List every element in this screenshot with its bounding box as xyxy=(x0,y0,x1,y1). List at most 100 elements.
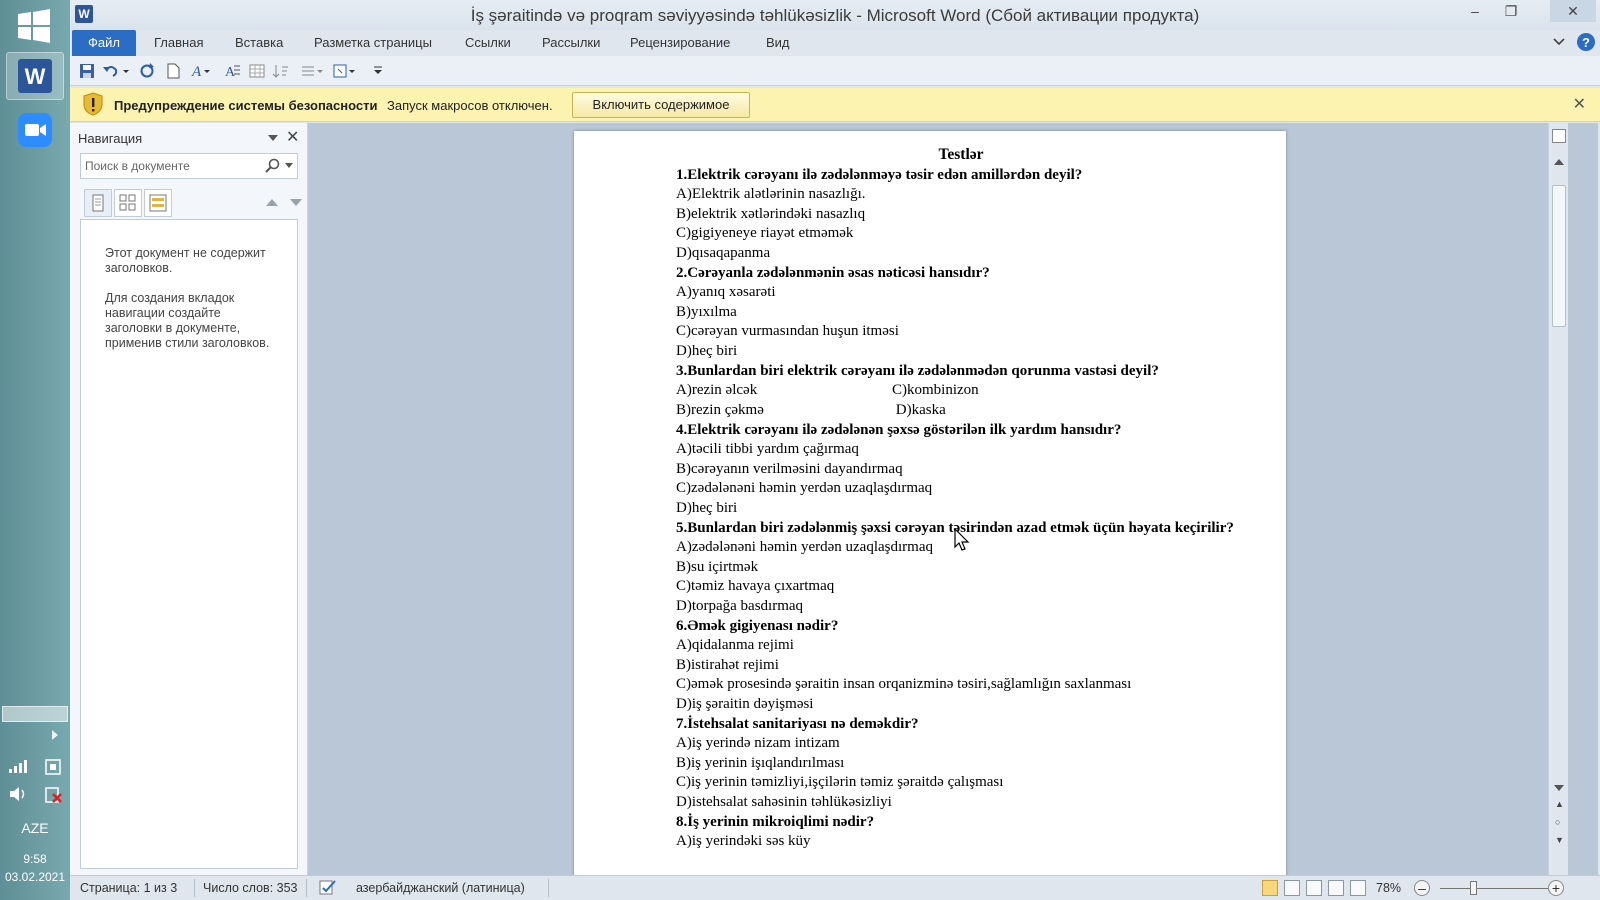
tray-expand-icon[interactable] xyxy=(52,730,58,740)
divider xyxy=(306,879,307,897)
battery-alert-icon[interactable] xyxy=(43,786,63,807)
zoom-slider-thumb[interactable] xyxy=(1470,881,1477,895)
redo-icon[interactable] xyxy=(138,62,156,80)
ribbon-expand-icon[interactable] xyxy=(1552,34,1566,51)
question-6: 6.Əmək gigiyenası nədir? xyxy=(676,618,839,634)
answer: A)yanıq xəsarəti xyxy=(676,284,776,300)
taskbar-word-icon[interactable]: W xyxy=(6,52,64,100)
document-title: Testlər xyxy=(938,146,984,163)
print-layout-view-icon[interactable] xyxy=(1262,880,1278,896)
tab-review[interactable]: Рецензирование xyxy=(630,35,730,50)
word-count[interactable]: Число слов: 353 xyxy=(203,881,298,895)
find-format-icon[interactable]: A xyxy=(224,62,242,80)
close-warning-icon[interactable]: ✕ xyxy=(1573,94,1586,114)
tab-view[interactable]: Вид xyxy=(766,35,790,50)
security-warning-bar: Предупреждение системы безопасности Запу… xyxy=(70,88,1600,122)
device-icon[interactable] xyxy=(43,758,63,779)
tab-file[interactable]: Файл xyxy=(72,30,136,56)
answer: D)iş şəraitin dəyişməsi xyxy=(676,695,814,712)
windows-start-icon[interactable] xyxy=(14,6,54,46)
nav-options-dropdown-icon[interactable] xyxy=(268,135,278,141)
title-bar: W İş şəraitində və proqram səviyyəsində … xyxy=(70,0,1600,30)
sort-icon[interactable] xyxy=(272,62,290,80)
taskbar-scroll[interactable] xyxy=(2,706,68,722)
answer: C)əmək prosesində şəraitin insan orqaniz… xyxy=(676,676,1132,692)
security-warning-message: Запуск макросов отключен. xyxy=(387,98,553,113)
line-spacing-icon[interactable] xyxy=(300,62,323,80)
proofing-icon[interactable] xyxy=(318,878,338,899)
tab-mailings[interactable]: Рассылки xyxy=(542,35,600,50)
svg-text:A: A xyxy=(191,64,202,80)
minimize-button[interactable]: – xyxy=(1460,0,1490,22)
zoom-in-icon[interactable]: + xyxy=(1548,880,1564,896)
tab-home[interactable]: Главная xyxy=(154,35,203,50)
page-count[interactable]: Страница: 1 из 3 xyxy=(80,881,177,895)
volume-icon[interactable] xyxy=(8,786,28,807)
pages-view-icon[interactable] xyxy=(114,189,142,217)
mouse-pointer-icon xyxy=(954,527,970,555)
navigation-results: Этот документ не содержит заголовков. Дл… xyxy=(80,219,298,869)
security-warning-title: Предупреждение системы безопасности xyxy=(114,98,378,113)
zoom-out-icon[interactable]: – xyxy=(1414,880,1430,896)
clock-date: 03.02.2021 xyxy=(4,870,66,884)
undo-icon[interactable] xyxy=(102,62,120,80)
help-icon[interactable]: ? xyxy=(1576,32,1596,55)
status-bar: Страница: 1 из 3 Число слов: 353 азербай… xyxy=(70,875,1600,900)
tab-insert[interactable]: Вставка xyxy=(235,35,283,50)
zoom-level[interactable]: 78% xyxy=(1376,881,1401,895)
select-browse-object-icon[interactable]: ○ xyxy=(1555,817,1560,827)
taskbar-zoom-icon[interactable] xyxy=(6,106,64,154)
tab-references[interactable]: Ссылки xyxy=(465,35,511,50)
navigation-title: Навигация xyxy=(78,131,143,146)
nav-search-input[interactable]: Поиск в документе xyxy=(80,153,298,179)
full-screen-reading-view-icon[interactable] xyxy=(1284,880,1300,896)
view-ruler-icon[interactable] xyxy=(1552,129,1566,143)
answer: D)torpağa basdırmaq xyxy=(676,597,804,614)
zoom-slider[interactable] xyxy=(1440,888,1548,889)
results-view-icon[interactable] xyxy=(144,189,172,217)
restore-button[interactable]: ❐ xyxy=(1496,0,1526,22)
scroll-thumb[interactable] xyxy=(1552,185,1566,327)
previous-page-icon[interactable]: ▲ xyxy=(1555,799,1564,809)
question-2: 2.Cərəyanla zədələnmənin əsas nəticəsi h… xyxy=(676,265,990,281)
next-page-icon[interactable]: ▼ xyxy=(1555,835,1564,845)
headings-view-icon[interactable] xyxy=(84,189,112,217)
clock[interactable]: 9:58 03.02.2021 xyxy=(0,850,70,886)
previous-result-icon[interactable] xyxy=(266,199,278,206)
divider xyxy=(548,879,549,897)
answer: D)qısaqapanma xyxy=(676,244,771,261)
question-8: 8.İş yerinin mikroiqlimi nədir? xyxy=(676,814,875,830)
close-button[interactable]: ✕ xyxy=(1550,0,1596,22)
web-layout-view-icon[interactable] xyxy=(1306,880,1322,896)
next-result-icon[interactable] xyxy=(290,199,302,206)
tab-page-layout[interactable]: Разметка страницы xyxy=(314,35,432,50)
answer-pair: B)rezin çəkmə D)kaska xyxy=(676,401,1246,421)
scroll-down-icon[interactable] xyxy=(1554,785,1564,791)
customize-qat-icon[interactable] xyxy=(372,62,390,80)
enable-content-button[interactable]: Включить содержимое xyxy=(572,92,750,118)
answer: A)qidalanma rejimi xyxy=(676,637,794,653)
tray-row-2 xyxy=(0,786,70,807)
borders-icon[interactable] xyxy=(332,62,355,80)
vertical-scrollbar[interactable]: ▲ ○ ▼ xyxy=(1548,123,1568,875)
divider xyxy=(194,879,195,897)
document-page[interactable]: Testlər 1.Elektrik cərəyanı ilə zədələnm… xyxy=(574,131,1286,875)
outline-view-icon[interactable] xyxy=(1328,880,1344,896)
network-icon[interactable] xyxy=(8,758,28,779)
undo-dropdown-icon[interactable] xyxy=(122,62,130,80)
save-icon[interactable] xyxy=(78,62,96,80)
search-options-icon[interactable] xyxy=(285,163,293,168)
document-language[interactable]: азербайджанский (латиница) xyxy=(356,881,525,895)
table-icon[interactable] xyxy=(248,62,266,80)
tray-row-1 xyxy=(0,758,70,779)
document-content[interactable]: Testlər 1.Elektrik cərəyanı ilə zədələnm… xyxy=(676,145,1246,852)
document-area[interactable]: Testlər 1.Elektrik cərəyanı ilə zədələnm… xyxy=(308,123,1598,875)
keyboard-language[interactable]: AZE xyxy=(0,820,70,836)
answer: C)cərəyan vurmasından huşun itməsi xyxy=(676,323,899,339)
new-document-icon[interactable] xyxy=(164,62,182,80)
text-style-icon[interactable]: A xyxy=(190,62,210,80)
search-icon[interactable] xyxy=(265,158,281,177)
nav-close-icon[interactable]: ✕ xyxy=(286,127,299,147)
scroll-up-icon[interactable] xyxy=(1554,159,1564,165)
draft-view-icon[interactable] xyxy=(1350,880,1366,896)
